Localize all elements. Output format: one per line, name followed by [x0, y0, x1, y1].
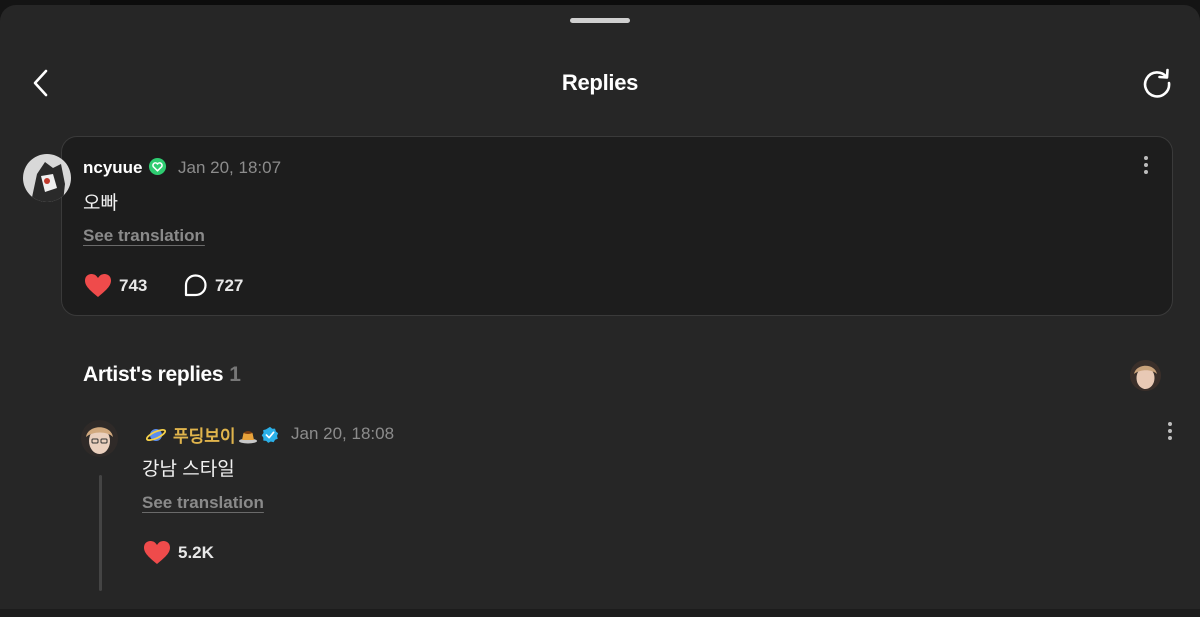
bottom-strip [0, 609, 1200, 617]
planet-emoji-icon [145, 428, 167, 441]
reply-timestamp: Jan 20, 18:08 [291, 424, 395, 443]
see-translation-link[interactable]: See translation [83, 226, 205, 246]
comment-username[interactable]: ncyuue [83, 158, 143, 178]
reply-count-button[interactable]: 727 [183, 273, 243, 298]
verified-badge-icon [261, 426, 278, 443]
avatar-image [1130, 360, 1161, 391]
artist-replies-count: 1 [229, 363, 241, 386]
reply-text: 강남 스타일 [142, 459, 235, 480]
artist-replies-title: Artist's replies [83, 363, 224, 386]
reply-count: 727 [215, 275, 244, 295]
artist-replies-heading: Artist's replies 1 [83, 363, 241, 387]
like-count: 743 [119, 275, 148, 295]
reply-author[interactable]: 푸딩보이 [145, 422, 279, 447]
heart-icon [144, 541, 170, 564]
comment-text: 오빠 [83, 193, 118, 214]
comment-timestamp: Jan 20, 18:07 [178, 158, 282, 177]
refresh-icon [1143, 68, 1171, 98]
pudding-emoji-icon [238, 430, 257, 443]
avatar[interactable] [23, 154, 71, 202]
avatar-image [81, 420, 118, 457]
reply-more-options-button[interactable] [1165, 422, 1175, 444]
comment-bubble-icon [184, 274, 207, 297]
like-button[interactable]: 743 [84, 273, 147, 298]
artist-avatar-small[interactable] [1130, 360, 1161, 391]
reply-like-count: 5.2K [178, 542, 214, 562]
drag-handle[interactable] [570, 18, 630, 23]
reply-avatar[interactable] [81, 420, 118, 457]
heart-icon [85, 274, 111, 297]
verified-badge-icon [148, 157, 167, 176]
page-title: Replies [561, 70, 639, 95]
more-options-button[interactable] [1141, 156, 1151, 178]
refresh-button[interactable] [1140, 66, 1174, 100]
reply-like-button[interactable]: 5.2K [143, 540, 214, 565]
reply-see-translation-link[interactable]: See translation [142, 493, 264, 513]
thread-line [99, 475, 102, 591]
reply-username: 푸딩보이 [173, 427, 236, 446]
avatar-image [23, 154, 71, 202]
